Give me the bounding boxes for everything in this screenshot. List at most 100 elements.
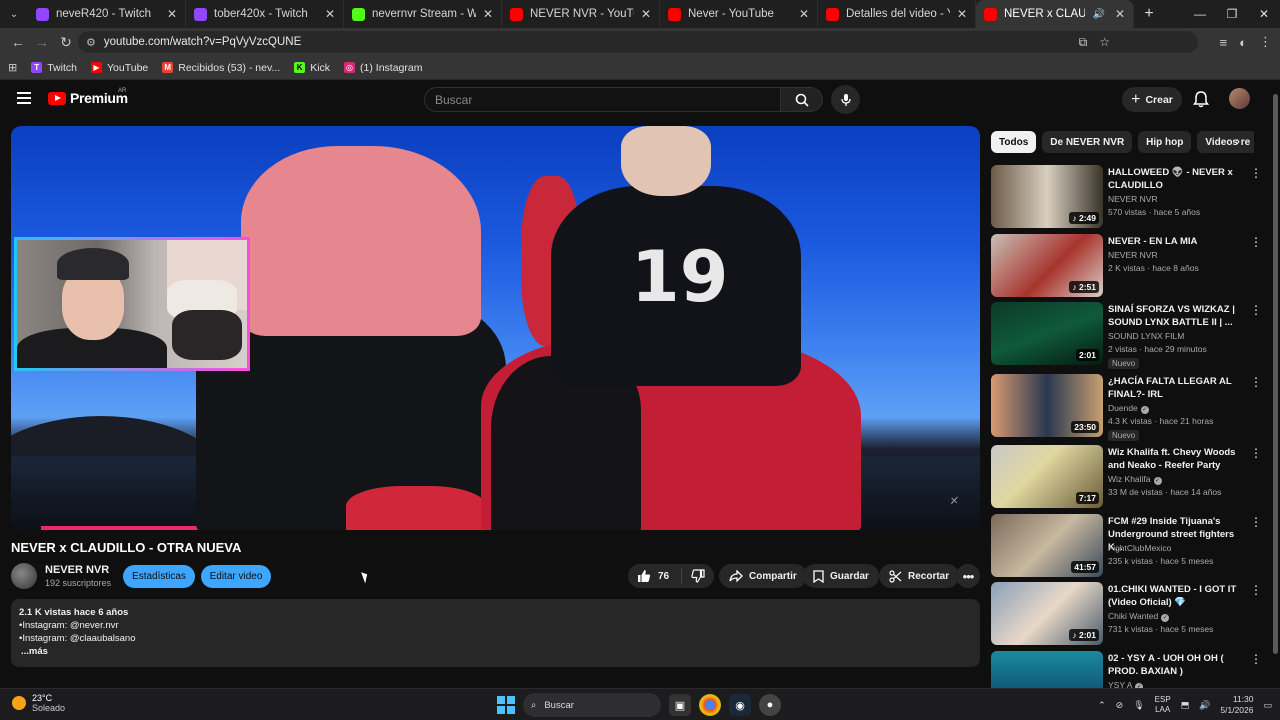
description-box[interactable]: 2.1 K vistas hace 6 años •Instagram: @ne… [11,599,980,667]
obs-icon[interactable]: ● [759,694,781,716]
close-tab-icon[interactable]: ✕ [957,7,967,21]
recommended-channel[interactable]: FightClubMexico [1108,543,1171,553]
url-field[interactable]: ⚙ youtube.com/watch?v=PqVyVzcQUNE ⧉ ☆ [78,31,1198,53]
video-player[interactable]: 19 ✕̸ [11,126,980,530]
tray-chevron-icon[interactable]: ⌃ [1098,700,1106,711]
search-button[interactable] [781,87,823,112]
video-thumbnail[interactable]: 23:50 [991,374,1103,437]
more-vertical-icon[interactable]: ⋮ [1250,304,1262,316]
more-vertical-icon[interactable]: ⋮ [1250,376,1262,388]
share-button[interactable]: Compartir [719,564,807,588]
channel-avatar[interactable] [11,563,37,589]
more-vertical-icon[interactable]: ⋮ [1250,516,1262,528]
video-thumbnail[interactable]: 41:57 [991,514,1103,577]
site-info-icon[interactable]: ⚙ [86,36,96,49]
weather-widget[interactable]: 23°C Soleado [12,693,65,713]
input-language[interactable]: ESP LAA [1155,695,1171,715]
page-scrollbar[interactable] [1271,80,1280,688]
filter-chip[interactable]: Hip hop [1138,131,1192,153]
more-vertical-icon[interactable]: ⋮ [1250,236,1262,248]
cast-icon[interactable]: ⧉ [1079,35,1088,50]
maximize-icon[interactable]: ❐ [1216,0,1248,28]
analytics-button[interactable]: Estadísticas [123,565,195,588]
filter-chip[interactable]: De NEVER NVR [1042,131,1133,153]
recommended-channel[interactable]: NEVER NVR [1108,194,1158,204]
browser-tab[interactable]: tober420x - Twitch ✕ [186,0,344,28]
close-window-icon[interactable]: ✕ [1248,0,1280,28]
tab-search-menu-icon[interactable]: ⌄ [0,0,28,28]
profile-icon[interactable]: ◐ [1239,35,1247,50]
minimize-icon[interactable]: — [1184,0,1216,28]
recommended-video[interactable]: 02 - YSY A - UOH OH OH ( PROD. BAXIAN ) Y… [991,651,1263,688]
search-input[interactable]: Buscar [424,87,781,112]
browser-tab[interactable]: NEVER NVR - YouTube ✕ [502,0,660,28]
task-view-icon[interactable]: ▣ [669,694,691,716]
video-thumbnail[interactable] [991,651,1103,688]
notifications-bell-icon[interactable] [1192,90,1210,108]
close-tab-icon[interactable]: ✕ [483,7,493,21]
volume-icon[interactable]: 🔊 [1199,700,1210,711]
network-icon[interactable]: ⊘ [1116,700,1124,711]
recommended-title[interactable]: 01.CHIKI WANTED - I GOT IT (Video Oficia… [1108,583,1248,609]
notification-center-icon[interactable]: ▭ [1263,700,1272,711]
apps-grid-icon[interactable]: ⊞ [8,61,17,74]
browser-tab[interactable]: nevernvr Stream - Watch Live o ✕ [344,0,502,28]
recommended-channel[interactable]: Wiz Khalifa ✓ [1108,474,1162,485]
more-vertical-icon[interactable]: ⋮ [1250,584,1262,596]
windows-start-icon[interactable] [497,696,515,714]
create-button[interactable]: + Crear [1122,87,1182,112]
clock[interactable]: 11:30 5/1/2026 [1220,694,1253,716]
mic-tray-icon[interactable]: 🎙 [1133,700,1144,711]
chevron-right-icon[interactable]: › [1236,134,1250,150]
bookmark-item[interactable]: ◎ (1) Instagram [344,62,422,74]
voice-search-button[interactable] [831,85,860,114]
close-tab-icon[interactable]: ✕ [641,7,651,21]
video-thumbnail[interactable]: 7:17 [991,445,1103,508]
recommended-title[interactable]: ¿HACÍA FALTA LLEGAR AL FINAL?- IRL [1108,375,1248,401]
browser-tab[interactable]: NEVER x CLAUDILLO - OTR 🔊 ✕ [976,0,1134,28]
recommended-title[interactable]: NEVER - EN LA MIA [1108,235,1248,248]
save-button[interactable]: Guardar [803,564,879,588]
audio-playing-icon[interactable]: 🔊 [1092,9,1104,20]
edit-video-button[interactable]: Editar video [201,565,271,588]
recommended-title[interactable]: Wiz Khalifa ft. Chevy Woods and Neako - … [1108,446,1248,472]
dislike-button[interactable] [682,569,714,583]
clip-button[interactable]: Recortar [879,564,960,588]
filter-chip[interactable]: Todos [991,131,1037,153]
more-vertical-icon[interactable]: ⋮ [1250,167,1262,179]
more-vertical-icon[interactable]: ⋮ [1250,447,1262,459]
recommended-channel[interactable]: Chiki Wanted ✓ [1108,611,1170,622]
recommended-channel[interactable]: YSY A ✓ [1108,680,1144,688]
forward-button[interactable]: → [30,34,54,50]
recommended-channel[interactable]: NEVER NVR [1108,250,1158,260]
browser-tab[interactable]: Never - YouTube ✕ [660,0,818,28]
recommended-title[interactable]: HALLOWEED 👽 - NEVER x CLAUDILLO [1108,166,1248,192]
menu-icon[interactable] [17,92,31,104]
tab-list-icon[interactable]: ≡ [1220,35,1228,50]
taskbar-search[interactable]: ⌕ Buscar [523,693,661,717]
recommended-video[interactable]: 2:01 SINAÍ SFORZA VS WIZKAZ | SOUND LYNX … [991,302,1263,372]
channel-name[interactable]: NEVER NVR [45,564,109,576]
account-avatar[interactable] [1229,88,1250,109]
youtube-premium-logo[interactable]: Premium AR [48,88,128,106]
display-icon[interactable]: ⬒ [1181,700,1190,711]
recommended-video[interactable]: ♪ 2:51 NEVER - EN LA MIA NEVER NVR 2 K vist… [991,234,1263,298]
recommended-channel[interactable]: Duende ✓ [1108,403,1149,414]
bookmark-item[interactable]: M Recibidos (53) - nev... [162,62,280,74]
back-button[interactable]: ← [6,34,30,50]
recommended-channel[interactable]: SOUND LYNX FILM [1108,331,1184,341]
recommended-video[interactable]: ♪ 2:01 01.CHIKI WANTED - I GOT IT (Video … [991,582,1263,646]
recommended-title[interactable]: 02 - YSY A - UOH OH OH ( PROD. BAXIAN ) [1108,652,1248,678]
recommended-video[interactable]: ♪ 2:49 HALLOWEED 👽 - NEVER x CLAUDILLO NEV… [991,165,1263,229]
steam-icon[interactable]: ◉ [729,694,751,716]
browser-tab[interactable]: neveR420 - Twitch ✕ [28,0,186,28]
video-thumbnail[interactable]: 2:01 [991,302,1103,365]
more-actions-button[interactable]: ••• [956,564,980,588]
like-button[interactable]: 76 [628,568,682,584]
bookmark-item[interactable]: K Kick [294,62,330,74]
recommended-title[interactable]: SINAÍ SFORZA VS WIZKAZ | SOUND LYNX BATT… [1108,303,1248,329]
close-tab-icon[interactable]: ✕ [167,7,177,21]
video-thumbnail[interactable]: ♪ 2:51 [991,234,1103,297]
browser-tab[interactable]: Detalles del video - YouTube St ✕ [818,0,976,28]
bookmark-item[interactable]: T Twitch [31,62,77,74]
